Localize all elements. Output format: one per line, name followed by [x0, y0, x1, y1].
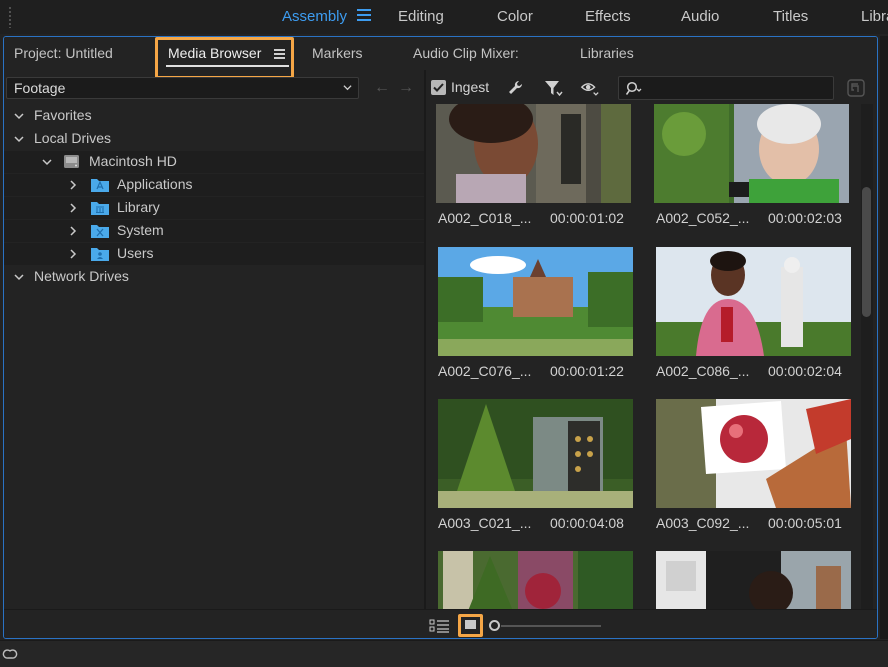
- clip-thumbnail[interactable]: [438, 247, 633, 356]
- clip-duration: 00:00:04:08: [550, 515, 624, 531]
- vertical-scrollbar-track[interactable]: [861, 104, 873, 609]
- workspace-tab-libraries[interactable]: Libra: [861, 8, 888, 25]
- tab-project[interactable]: Project: Untitled: [14, 45, 113, 61]
- clip-thumbnail[interactable]: [656, 551, 851, 609]
- tab-libraries[interactable]: Libraries: [580, 45, 634, 61]
- search-field[interactable]: [618, 76, 834, 100]
- workspace-bar: Assembly Editing Color Effects Audio Tit…: [0, 0, 888, 34]
- view-controls-bar: [4, 609, 877, 638]
- chevron-right-icon[interactable]: [68, 249, 78, 259]
- tab-markers[interactable]: Markers: [312, 45, 363, 61]
- workspace-tab-titles[interactable]: Titles: [773, 8, 808, 25]
- status-bar: [0, 640, 888, 667]
- chevron-down-icon[interactable]: [14, 134, 24, 144]
- clip-thumbnail[interactable]: [438, 551, 633, 609]
- clip-thumbnail[interactable]: [654, 104, 849, 203]
- chevron-down-icon[interactable]: [42, 157, 52, 167]
- clip-name: A003_C092_...: [656, 515, 750, 531]
- clip-name: A002_C052_...: [656, 210, 750, 226]
- clip-name: A003_C021_...: [438, 515, 532, 531]
- workspace-tab-assembly[interactable]: Assembly: [282, 8, 347, 25]
- workspace-tab-audio[interactable]: Audio: [681, 8, 719, 25]
- tree-item-applications[interactable]: Applications: [4, 174, 424, 196]
- workspace-tab-editing[interactable]: Editing: [398, 8, 444, 25]
- panel-tab-bar: Project: Untitled Media Browser Markers …: [4, 37, 877, 70]
- folder-tree: Favorites Local Drives Macintosh HD Appl…: [4, 104, 424, 609]
- applications-folder-icon: [91, 179, 109, 192]
- search-input[interactable]: [651, 79, 826, 97]
- footage-dropdown[interactable]: Footage: [6, 77, 359, 99]
- tree-item-favorites[interactable]: Favorites: [4, 105, 424, 127]
- chevron-right-icon[interactable]: [68, 180, 78, 190]
- filter-icon[interactable]: [543, 78, 563, 98]
- list-view-icon[interactable]: [429, 619, 451, 633]
- eye-icon[interactable]: [580, 78, 600, 98]
- clip-duration: 00:00:01:02: [550, 210, 624, 226]
- tree-item-network-drives[interactable]: Network Drives: [4, 266, 424, 288]
- chevron-down-icon: [343, 85, 352, 91]
- clip-duration: 00:00:01:22: [550, 363, 624, 379]
- dropdown-value: Footage: [14, 80, 66, 96]
- clip-thumbnail[interactable]: [656, 247, 851, 356]
- creative-cloud-icon[interactable]: [2, 647, 20, 661]
- media-browser-panel: Project: Untitled Media Browser Markers …: [3, 36, 878, 639]
- workspace-tab-color[interactable]: Color: [497, 8, 533, 25]
- zoom-slider-track[interactable]: [501, 625, 601, 627]
- clip-name: A002_C076_...: [438, 363, 532, 379]
- icon-view-button[interactable]: [458, 614, 483, 637]
- grip-handle[interactable]: [8, 6, 12, 28]
- tree-item-label: Library: [117, 199, 160, 215]
- system-folder-icon: [91, 225, 109, 238]
- tree-item-label: Local Drives: [34, 130, 112, 146]
- clip-duration: 00:00:02:04: [768, 363, 842, 379]
- hard-drive-icon: [64, 155, 79, 168]
- ingest-label: Ingest: [451, 79, 490, 95]
- tree-item-label: Network Drives: [34, 268, 129, 284]
- tree-item-users[interactable]: Users: [4, 243, 424, 265]
- chevron-down-icon[interactable]: [14, 272, 24, 282]
- panel-edge: [880, 36, 888, 639]
- zoom-slider-handle[interactable]: [489, 620, 500, 631]
- workspace-tab-effects[interactable]: Effects: [585, 8, 631, 25]
- clip-thumbnail[interactable]: [438, 399, 633, 508]
- tree-item-macintosh-hd[interactable]: Macintosh HD: [4, 151, 424, 173]
- forward-arrow-icon[interactable]: →: [397, 79, 415, 97]
- clip-name: A002_C086_...: [656, 363, 750, 379]
- clip-duration: 00:00:05:01: [768, 515, 842, 531]
- clip-duration: 00:00:02:03: [768, 210, 842, 226]
- wrench-icon[interactable]: [506, 78, 526, 98]
- chevron-right-icon[interactable]: [68, 226, 78, 236]
- clip-name: A002_C018_...: [438, 210, 532, 226]
- tree-item-label: Macintosh HD: [89, 153, 177, 169]
- tab-audio-clip-mixer[interactable]: Audio Clip Mixer:: [413, 45, 519, 61]
- ingest-checkbox[interactable]: [431, 80, 446, 95]
- tree-item-label: Applications: [117, 176, 193, 192]
- tab-highlight-callout: [155, 37, 294, 79]
- clip-thumbnail[interactable]: [656, 399, 851, 508]
- search-icon: [626, 81, 642, 95]
- open-in-source-icon[interactable]: [846, 78, 866, 98]
- vertical-scrollbar-thumb[interactable]: [862, 187, 871, 317]
- clip-thumbnail[interactable]: [436, 104, 631, 203]
- icon-view-icon: [465, 620, 476, 629]
- back-arrow-icon[interactable]: ←: [373, 79, 391, 97]
- users-folder-icon: [91, 248, 109, 261]
- tree-item-label: Favorites: [34, 107, 92, 123]
- library-folder-icon: [91, 202, 109, 215]
- tree-item-local-drives[interactable]: Local Drives: [4, 128, 424, 150]
- workspace-menu-icon[interactable]: [357, 9, 371, 23]
- thumbnail-grid: A002_C018_... 00:00:01:02 A002_C052_... …: [426, 104, 856, 609]
- chevron-right-icon[interactable]: [68, 203, 78, 213]
- tree-item-label: System: [117, 222, 164, 238]
- tree-item-label: Users: [117, 245, 154, 261]
- tree-item-library[interactable]: Library: [4, 197, 424, 219]
- chevron-down-icon[interactable]: [14, 111, 24, 121]
- tree-item-system[interactable]: System: [4, 220, 424, 242]
